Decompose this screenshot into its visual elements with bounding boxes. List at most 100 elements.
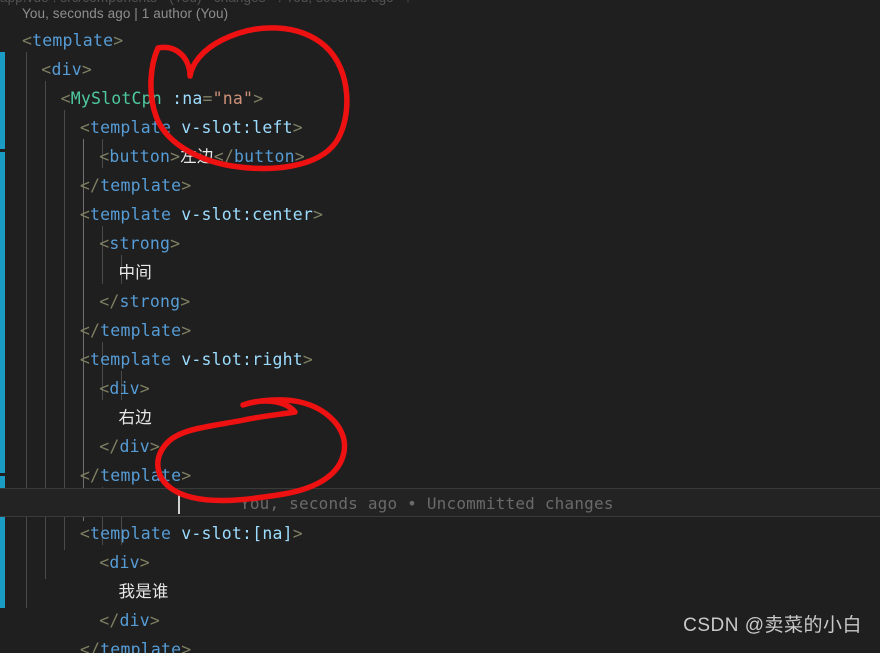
code-token: template [32,31,114,50]
code-token: > [181,640,192,653]
code-token: < [22,31,33,50]
code-token: div [109,553,140,572]
code-token: strong [119,292,181,311]
code-token: > [170,147,181,166]
code-line[interactable]: 我是谁 [0,577,880,606]
code-token: </ [99,437,120,456]
code-line[interactable]: <div> [0,548,880,577]
code-token: strong [109,234,171,253]
code-token: v-slot:right [181,350,303,369]
csdn-watermark: CSDN @卖菜的小白 [683,615,862,636]
code-token: v-slot: [181,524,253,543]
code-token: > [292,524,303,543]
code-token: button [233,147,295,166]
code-line[interactable]: <MySlotCpn :na="na"> [0,84,880,113]
code-token: 我是谁 [118,582,169,601]
inline-blame-annotation: You, seconds ago • Uncommitted changes [240,494,614,513]
code-token: </ [79,321,101,340]
code-token: > [313,205,324,224]
code-token: > [181,321,192,340]
code-line[interactable]: <div> [0,55,880,84]
code-token: template [90,524,172,543]
code-token: div [119,437,150,456]
code-token: < [99,234,110,253]
code-token: = [202,89,213,108]
code-token: </ [99,611,120,630]
code-token: button [109,147,171,166]
code-token: template [100,466,182,485]
code-token: [na] [252,524,293,543]
code-line[interactable]: <template v-slot:left> [0,113,880,142]
code-line[interactable]: 右边 [0,403,880,432]
code-token: > [81,60,92,79]
code-token: 中间 [118,263,152,282]
code-token: div [109,379,140,398]
code-token: > [180,292,191,311]
code-line[interactable]: </template> [0,316,880,345]
code-token: > [302,350,313,369]
code-token: </ [79,640,101,653]
code-token: template [100,176,182,195]
code-line[interactable]: </template> [0,461,880,490]
code-line[interactable]: <button>左边</button> [0,142,880,171]
code-token: > [139,379,150,398]
code-line[interactable]: <template v-slot:[na]> [0,519,880,548]
code-token: </ [79,176,101,195]
code-editor-window: app.vue . src/components · (You) · chang… [0,0,880,653]
code-token: template [90,205,172,224]
code-token: < [60,89,71,108]
code-token: < [79,350,91,369]
code-token: < [79,524,91,543]
code-token: 左边 [180,147,214,166]
code-token: < [41,60,52,79]
code-token: v-slot:left [181,118,293,137]
code-token: > [294,147,305,166]
code-token: > [292,118,303,137]
code-line[interactable]: </div> [0,432,880,461]
blame-header-bar: app.vue . src/components · (You) · chang… [0,0,880,26]
blame-header-label[interactable]: You, seconds ago | 1 author (You) [22,6,228,21]
code-line[interactable]: <strong> [0,229,880,258]
code-token: template [100,321,182,340]
code-token: :na [172,89,203,108]
code-line[interactable]: </template> [0,635,880,653]
code-token: </ [99,292,120,311]
code-token: 右边 [118,408,152,427]
code-line[interactable]: </strong> [0,287,880,316]
code-token: > [139,553,150,572]
code-line[interactable]: 中间 [0,258,880,287]
code-token: > [181,466,192,485]
code-token: template [90,350,172,369]
code-token: template [90,118,172,137]
code-token: < [79,205,91,224]
code-token: </ [79,466,101,485]
code-token: < [99,553,110,572]
code-token: "na" [212,89,254,108]
code-token: < [79,118,91,137]
code-token: < [99,379,110,398]
code-line[interactable]: <div> [0,374,880,403]
code-token: </ [213,147,234,166]
editor-surface[interactable]: <template> <div> <MySlotCpn :na="na"> <temp… [0,26,880,653]
code-token: > [253,89,264,108]
code-line[interactable]: <template> [0,26,880,55]
code-token: v-slot:center [181,205,313,224]
code-token: > [170,234,181,253]
code-token: div [51,60,82,79]
code-line[interactable]: <template v-slot:right> [0,345,880,374]
code-token: template [100,640,182,653]
code-token: MySlotCpn [70,89,162,108]
text-caret [178,494,180,514]
code-line[interactable]: <template v-slot:center> [0,200,880,229]
code-line[interactable]: </template> [0,171,880,200]
code-token: < [99,147,110,166]
code-token: div [119,611,150,630]
code-token: > [149,611,161,630]
code-token: > [113,31,124,50]
code-token: > [149,437,161,456]
